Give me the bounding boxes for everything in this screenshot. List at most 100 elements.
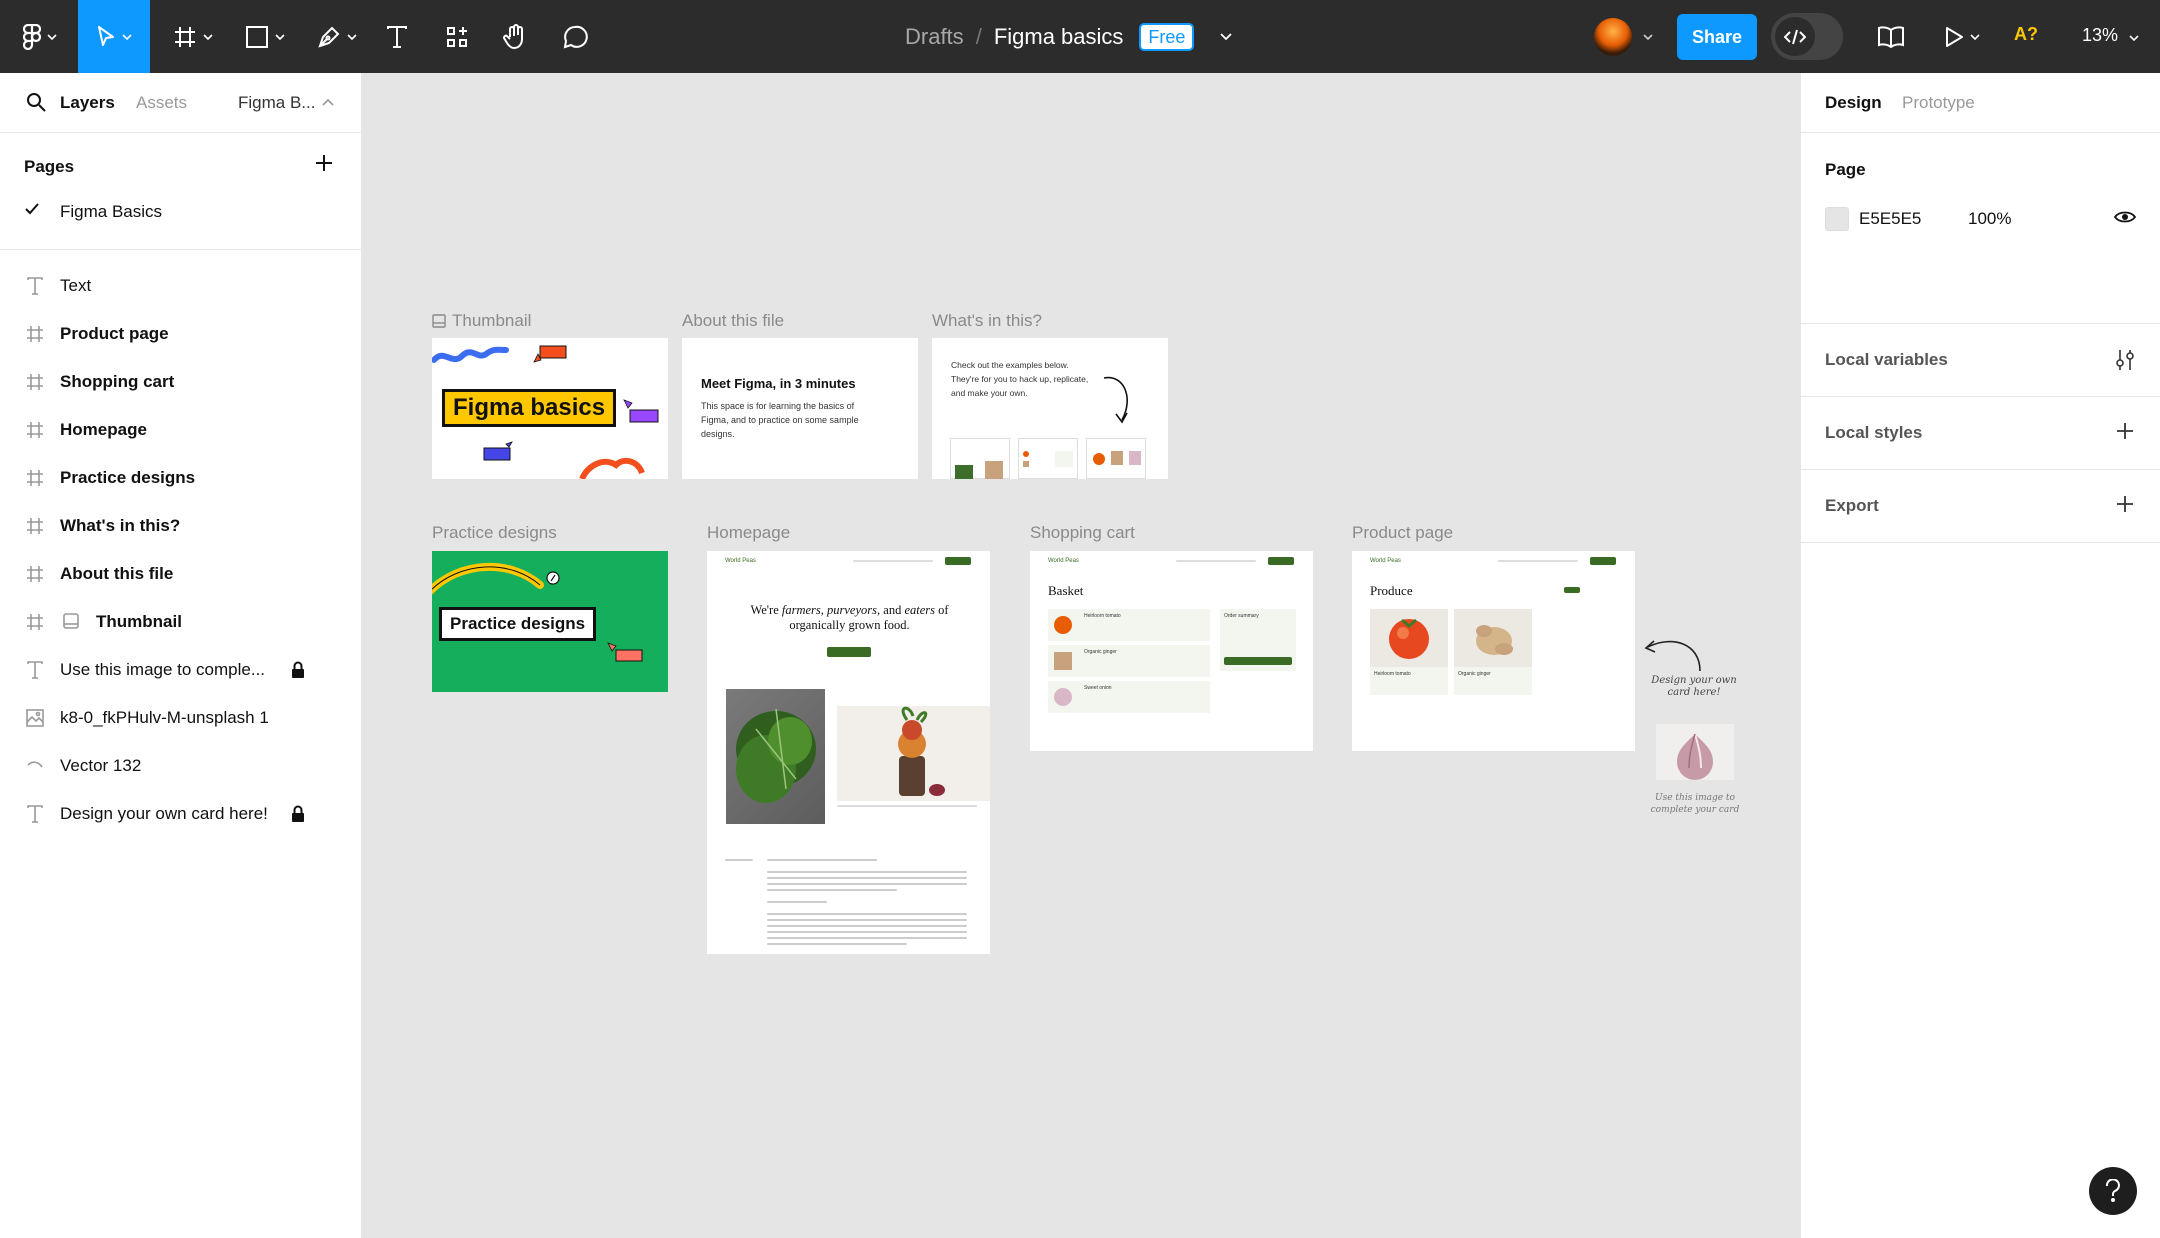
layer-row[interactable]: Text [0, 262, 361, 310]
greens-photo [726, 689, 825, 824]
layer-row[interactable]: Use this image to comple... [0, 646, 361, 694]
sliders-icon[interactable] [2115, 348, 2135, 372]
pen-tool-button[interactable] [310, 0, 364, 73]
layer-row[interactable]: k8-0_fkPHulv-M-unsplash 1 [0, 694, 361, 742]
page-fill-swatch[interactable] [1825, 207, 1849, 231]
ai-assist-button[interactable]: A? [2014, 24, 2038, 45]
top-toolbar: Drafts / Figma basics Free Share A? 13% [0, 0, 2160, 73]
text-line [767, 937, 967, 939]
resources-button[interactable] [440, 0, 474, 73]
page-selector[interactable]: Figma B... [238, 93, 315, 113]
comment-tool-button[interactable] [558, 0, 592, 73]
comment-icon [563, 25, 588, 48]
check-icon [25, 203, 39, 215]
layer-label: Text [60, 276, 92, 295]
eye-icon[interactable] [2114, 209, 2136, 225]
text-line [767, 943, 907, 945]
about-body: This space is for learning the basics of… [701, 401, 859, 439]
frame-label-about[interactable]: About this file [682, 311, 784, 331]
layer-row[interactable]: Shopping cart [0, 358, 361, 406]
order-summary: Order summary [1220, 609, 1296, 671]
text-line [767, 877, 967, 879]
add-page-icon[interactable] [314, 153, 334, 173]
frame-practice-designs[interactable]: Practice designs [432, 551, 668, 692]
rectangle-icon [246, 25, 268, 48]
layer-row[interactable]: Thumbnail [0, 598, 361, 646]
file-menu-chevron-icon[interactable] [1220, 32, 1233, 41]
zoom-menu[interactable]: 13% [2082, 25, 2139, 46]
help-button[interactable] [2089, 1167, 2137, 1215]
layer-label: Use this image to comple... [60, 660, 266, 679]
text-layer-icon [25, 804, 45, 824]
frame-label-cart[interactable]: Shopping cart [1030, 523, 1135, 543]
frame-shopping-cart[interactable]: World Peas Basket Heirloom tomato Organi… [1030, 551, 1313, 751]
frame-layer-icon [25, 468, 45, 488]
user-avatar[interactable] [1594, 18, 1632, 56]
layer-row[interactable]: About this file [0, 550, 361, 598]
layer-row[interactable]: What's in this? [0, 502, 361, 550]
section-label: Export [1825, 496, 1879, 515]
library-button[interactable] [1874, 0, 1908, 73]
text-tool-button[interactable] [380, 0, 414, 73]
tab-prototype[interactable]: Prototype [1902, 93, 1975, 113]
mini-preview-cart [1018, 438, 1078, 479]
plan-badge[interactable]: Free [1139, 22, 1195, 51]
code-icon [1784, 29, 1806, 44]
local-variables-section[interactable]: Local variables [1801, 324, 2160, 397]
layer-row[interactable]: Design your own card here! [0, 790, 361, 838]
onion-image[interactable] [1656, 724, 1734, 780]
move-tool-button[interactable] [78, 0, 150, 73]
search-icon[interactable] [26, 92, 46, 112]
present-button[interactable] [1940, 0, 1984, 73]
frame-whats-in-this[interactable]: Check out the examples below. They're fo… [932, 338, 1168, 479]
design-canvas[interactable]: Thumbnail Figma basics About this file M… [362, 73, 1800, 1238]
zoom-value: 13% [2082, 25, 2119, 45]
frame-layer-icon [25, 420, 45, 440]
about-heading: Meet Figma, in 3 minutes [701, 376, 856, 391]
plus-icon[interactable] [2115, 494, 2135, 514]
shape-tool-button[interactable] [238, 0, 292, 73]
frame-product-page[interactable]: World Peas Produce Heirloom tomato Organ… [1352, 551, 1635, 751]
chevron-up-icon[interactable] [322, 99, 334, 106]
layer-row[interactable]: Practice designs [0, 454, 361, 502]
layer-row[interactable]: Vector 132 [0, 742, 361, 790]
frame-tool-button[interactable] [166, 0, 220, 73]
plus-icon[interactable] [2115, 421, 2135, 441]
main-menu-button[interactable] [18, 0, 62, 73]
filter-chip [1564, 587, 1580, 593]
local-styles-section[interactable]: Local styles [1801, 397, 2160, 470]
frame-about[interactable]: Meet Figma, in 3 minutes This space is f… [682, 338, 918, 479]
layer-label: Thumbnail [96, 612, 182, 631]
page-item-figma-basics[interactable]: Figma Basics [0, 193, 361, 231]
tab-design[interactable]: Design [1825, 93, 1882, 113]
book-icon [1878, 25, 1904, 48]
tab-assets[interactable]: Assets [136, 93, 187, 113]
frame-label-practice[interactable]: Practice designs [432, 523, 557, 543]
lock-icon[interactable] [291, 805, 305, 823]
page-fill-hex[interactable]: E5E5E5 [1859, 209, 1921, 229]
avatar-chevron-icon[interactable] [1643, 34, 1653, 40]
curved-arrow-icon [1644, 640, 1701, 672]
frame-label-thumbnail[interactable]: Thumbnail [432, 311, 531, 331]
image-layer-icon [25, 708, 45, 728]
product-card: Organic ginger [1454, 609, 1532, 695]
frame-homepage[interactable]: World Peas We're farmers, purveyors, and… [707, 551, 990, 954]
layer-row[interactable]: Homepage [0, 406, 361, 454]
dev-mode-toggle[interactable] [1771, 13, 1843, 60]
tab-layers[interactable]: Layers [60, 93, 115, 113]
export-section[interactable]: Export [1801, 470, 2160, 543]
frame-thumbnail[interactable]: Figma basics [432, 338, 668, 479]
layer-row[interactable]: Product page [0, 310, 361, 358]
breadcrumb-drafts[interactable]: Drafts [905, 24, 964, 50]
share-button[interactable]: Share [1677, 14, 1757, 60]
layer-label: Shopping cart [60, 372, 175, 391]
frame-label-homepage[interactable]: Homepage [707, 523, 790, 543]
file-title[interactable]: Figma basics [994, 24, 1124, 50]
frame-label-whats[interactable]: What's in this? [932, 311, 1042, 331]
layer-label: Product page [60, 324, 169, 343]
lock-icon[interactable] [291, 661, 305, 679]
frame-label-product[interactable]: Product page [1352, 523, 1453, 543]
cart-brand: World Peas [1048, 558, 1079, 564]
hand-tool-button[interactable] [498, 0, 532, 73]
page-fill-opacity[interactable]: 100% [1968, 209, 2011, 229]
